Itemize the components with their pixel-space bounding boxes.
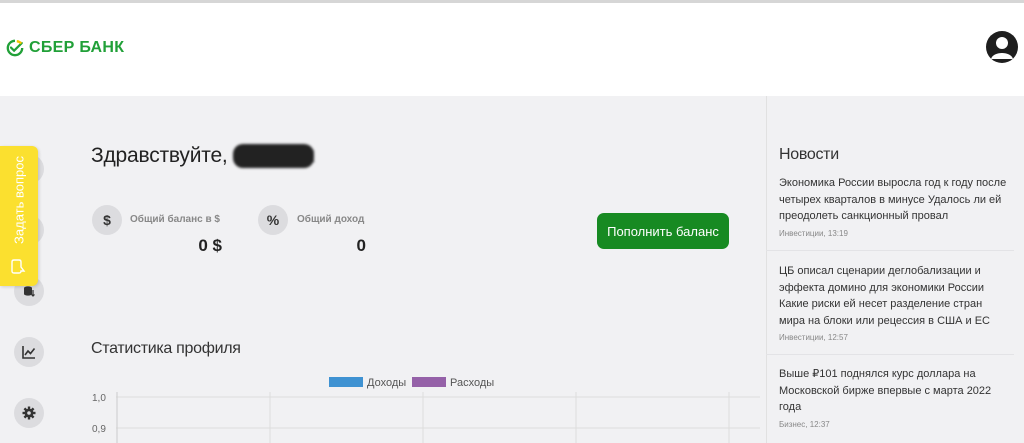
- news-headline[interactable]: Выше ₽101 поднялся курс доллара на Моско…: [779, 366, 1009, 416]
- greeting-prefix: Здравствуйте,: [91, 144, 234, 167]
- income-value: 0: [356, 236, 366, 255]
- balance-icon: $: [92, 205, 122, 235]
- dollar-symbol: $: [103, 212, 111, 228]
- legend-label-income[interactable]: Доходы: [367, 377, 406, 389]
- news-meta: Инвестиции, 12:57: [779, 333, 848, 342]
- news-divider: [766, 354, 1014, 355]
- sidebar-item-statistics[interactable]: [14, 337, 44, 367]
- header: СБЕР БАНК: [0, 3, 1024, 96]
- legend-swatch-expense[interactable]: [412, 377, 446, 387]
- news-item[interactable]: Выше ₽101 поднялся курс доллара на Моско…: [779, 366, 1009, 429]
- brand-name: СБЕР БАНК: [29, 39, 125, 56]
- user-avatar-icon[interactable]: [986, 31, 1018, 63]
- news-headline[interactable]: ЦБ описал сценарии деглобализации и эффе…: [779, 263, 1009, 329]
- news-meta: Бизнес, 12:37: [779, 419, 830, 429]
- percent-symbol: %: [266, 212, 280, 228]
- news-meta: Инвестиции, 13:19: [779, 228, 848, 238]
- gear-icon: [22, 406, 36, 420]
- news-item[interactable]: Экономика России выросла год к году посл…: [779, 175, 1009, 238]
- legend-label-expense[interactable]: Расходы: [450, 377, 494, 389]
- user-name: Greyvolk: [233, 144, 315, 168]
- ask-question-label: Задать вопрос: [11, 156, 27, 244]
- sidebar-item-settings[interactable]: [14, 398, 44, 428]
- profile-statistics-title: Статистика профиля: [91, 340, 241, 357]
- news-headline[interactable]: Экономика России выросла год к году посл…: [779, 175, 1009, 225]
- news-title: Новости: [779, 146, 839, 163]
- topup-balance-button[interactable]: Пополнить баланс: [597, 213, 729, 249]
- chart-grid: [116, 392, 760, 443]
- balance-value: 0 $: [198, 236, 222, 255]
- balance-label: Общий баланс в $: [130, 214, 220, 225]
- sber-logo-icon: [6, 39, 24, 57]
- y-tick-label-1: 1,0: [92, 393, 106, 404]
- news-divider: [766, 250, 1014, 251]
- chat-bubble-icon: [11, 259, 26, 274]
- brand-logo[interactable]: СБЕР БАНК: [6, 39, 124, 57]
- greeting-heading: Здравствуйте, Greyvolk: [91, 144, 315, 168]
- chart-line-icon: [22, 346, 36, 359]
- y-tick-label-2: 0,9: [92, 424, 106, 435]
- legend-swatch-income[interactable]: [329, 377, 363, 387]
- income-label: Общий доход: [297, 214, 365, 225]
- user-silhouette-icon: [991, 37, 1013, 59]
- ask-question-tab[interactable]: Задать вопрос: [0, 146, 38, 286]
- chart-legend: Доходы Расходы: [329, 377, 494, 389]
- news-item[interactable]: ЦБ описал сценарии деглобализации и эффе…: [779, 263, 1009, 342]
- coins-icon: [24, 286, 35, 297]
- profile-chart: Доходы Расходы 1,0 0,9: [92, 377, 760, 443]
- income-icon: %: [258, 205, 288, 235]
